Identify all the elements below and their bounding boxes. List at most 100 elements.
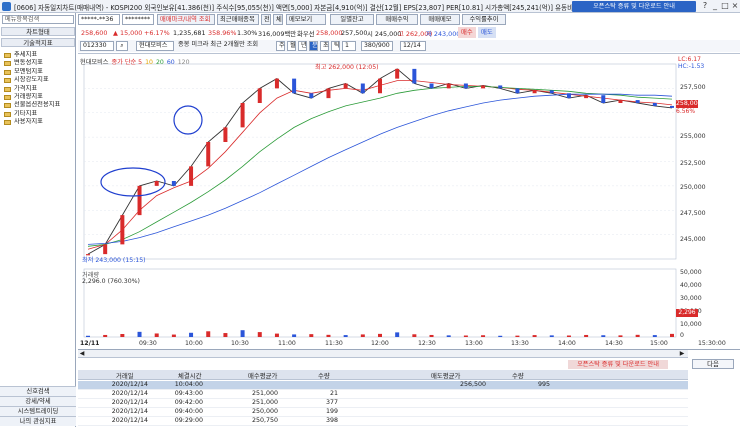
help-icon[interactable]: ? <box>700 1 710 11</box>
volume-tick: 0 <box>680 332 684 339</box>
volume-bar <box>292 334 297 337</box>
buy-button[interactable]: 매수 <box>458 27 476 38</box>
price-candle <box>206 142 211 167</box>
strength-weakness-button[interactable]: 강세/약세 <box>0 396 76 406</box>
x-tick: 10:00 <box>185 340 203 347</box>
y-tick: 247,500 <box>680 210 706 217</box>
trade-marks-button[interactable]: 매매마크/내역 조회 <box>157 14 215 25</box>
open-stock-notice-button[interactable]: 오픈스탁 증류 및 다운로드 안내 <box>572 1 696 12</box>
price-candle <box>378 78 382 94</box>
table-row[interactable]: 2020/12/14 09:43:00 251,000 21 <box>78 390 688 399</box>
price-candle <box>292 78 297 94</box>
price-chart[interactable]: 현대모비스 종가 단순 5 10 20 60 120 최고 262,000 (12:05)… <box>78 53 740 348</box>
tree-item-volume[interactable]: 거래량지표 <box>4 93 74 101</box>
open-label: 화우선 <box>297 30 315 38</box>
volume-bar <box>309 334 314 337</box>
x-tick: 12:30 <box>418 340 436 347</box>
volume-tick: 40,000 <box>680 282 702 289</box>
current-pct-marker: 6.56% <box>676 108 696 115</box>
tab-chart-type[interactable]: 차트형태 <box>1 27 75 36</box>
system-trading-button[interactable]: 시스템트레이딩 <box>0 406 76 416</box>
turnover-rate: 1.30% <box>237 29 258 37</box>
bar-count-field[interactable]: 380/900 <box>361 41 393 51</box>
current-volume-marker: 2,296 <box>676 309 698 317</box>
profit-trend-button[interactable]: 수익률추이 <box>462 14 506 25</box>
price-candle <box>189 166 194 186</box>
indicator-panel: 메뉴항목검색 차트형태 기술적지표 추세지표 변동성지표 모멘텀지표 시장강도지… <box>0 13 76 427</box>
trade-profit-button[interactable]: 매매수익 <box>376 14 418 25</box>
price-candle <box>670 105 674 108</box>
period-second[interactable]: 초 <box>320 41 329 51</box>
sell-button[interactable]: 매도 <box>478 27 496 38</box>
price-candle <box>498 85 503 89</box>
search-icon[interactable]: ⌕ <box>116 41 128 51</box>
interval-select[interactable]: 1 <box>342 41 356 51</box>
close-icon[interactable]: × <box>730 1 740 11</box>
price-candle <box>429 83 434 89</box>
period-tick[interactable]: 틱 <box>331 41 340 51</box>
signal-search-button[interactable]: 신호검색 <box>0 386 76 396</box>
volume-bar <box>326 334 331 337</box>
up-arrow-icon: ▲ <box>113 29 118 37</box>
tree-item-volatility[interactable]: 변동성지표 <box>4 59 74 67</box>
account-select[interactable]: *****-**36 <box>78 14 120 25</box>
maximize-icon[interactable]: □ <box>720 1 730 11</box>
tab-technical-indicators[interactable]: 기술적지표 <box>1 38 75 47</box>
second-price: 257,500 <box>341 29 368 37</box>
price-candle <box>584 95 589 99</box>
chart-scrollbar[interactable]: ◀ ▶ <box>78 350 688 358</box>
memo-view-button[interactable]: 메모보기 <box>286 14 326 25</box>
current-price: 258,600 <box>81 29 108 37</box>
period-month[interactable]: 월 <box>287 41 296 51</box>
folder-icon <box>4 86 11 92</box>
folder-icon <box>4 78 11 84</box>
tree-item-trend[interactable]: 추세지표 <box>4 51 74 59</box>
tree-item-market-strength[interactable]: 시장강도지표 <box>4 76 74 84</box>
y-tick: 250,000 <box>680 184 706 191</box>
volume-bar <box>618 335 623 337</box>
volume-bar <box>635 334 640 337</box>
period-minute[interactable]: 분 <box>309 41 318 51</box>
minimize-icon[interactable]: _ <box>710 1 720 11</box>
price-candle <box>566 93 571 99</box>
chart-legend: 현대모비스 종가 단순 5 10 20 60 120 <box>80 57 193 66</box>
recent-two-months-checkbox[interactable]: 종봉 미크라 최근 2개월만 조회 <box>176 41 272 51</box>
tree-item-futures-options[interactable]: 선물옵션전용지표 <box>4 101 74 109</box>
prev-button[interactable]: 전 <box>261 14 271 25</box>
scroll-left-icon[interactable]: ◀ <box>78 350 86 358</box>
folder-icon <box>4 53 11 58</box>
price-candle <box>240 103 245 128</box>
date-field[interactable]: 12/14 <box>400 41 426 51</box>
recent-trades-button[interactable]: 최근매매종목 <box>217 14 259 25</box>
x-tick: 13:30 <box>511 340 529 347</box>
table-row[interactable]: 2020/12/14 09:42:00 251,000 377 <box>78 399 688 408</box>
next-button[interactable]: 다음 <box>692 359 734 369</box>
legend-item: 10 <box>145 59 153 66</box>
trade-table-header: 거래일 체결시간 매수평균가 수량 매도평균가 수량 <box>78 370 688 380</box>
daily-balance-button[interactable]: 일별잔고 <box>330 14 374 25</box>
period-week[interactable]: 주 <box>276 41 285 51</box>
price-candle <box>652 103 657 106</box>
fill-button[interactable]: 체 <box>273 14 283 25</box>
table-row[interactable]: 2020/12/14 09:29:00 250,750 398 <box>78 417 688 426</box>
table-row[interactable]: 2020/12/14 09:40:00 250,000 199 <box>78 408 688 417</box>
legend-item: 20 <box>155 59 164 66</box>
menu-search-input[interactable]: 메뉴항목검색 <box>2 15 74 24</box>
notice-banner[interactable]: 오픈스탁 증류 및 다운로드 안내 <box>568 360 668 369</box>
my-indicators-button[interactable]: 나의 관심지표 <box>0 416 76 426</box>
tree-item-momentum[interactable]: 모멘텀지표 <box>4 68 74 76</box>
folder-icon <box>4 94 11 100</box>
stock-code-input[interactable]: 012330 <box>80 41 114 51</box>
period-year[interactable]: 년 <box>298 41 307 51</box>
col-header-buy-qty: 수량 <box>318 372 330 380</box>
tree-item-other[interactable]: 기타지표 <box>4 110 74 118</box>
trade-memo-button[interactable]: 매매메모 <box>420 14 460 25</box>
scroll-right-icon[interactable]: ▶ <box>678 350 686 358</box>
table-row[interactable]: 2020/12/14 10:04:00 256,500 995 <box>78 381 688 390</box>
price-candle <box>171 181 176 186</box>
password-field[interactable]: ******** <box>122 14 154 25</box>
tree-item-price[interactable]: 가격지표 <box>4 85 74 93</box>
account-toolbar: *****-**36 ******** 매매마크/내역 조회 최근매매종목 전 … <box>78 14 740 26</box>
price-candle <box>601 95 606 103</box>
tree-item-user[interactable]: 사용자지표 <box>4 118 74 126</box>
